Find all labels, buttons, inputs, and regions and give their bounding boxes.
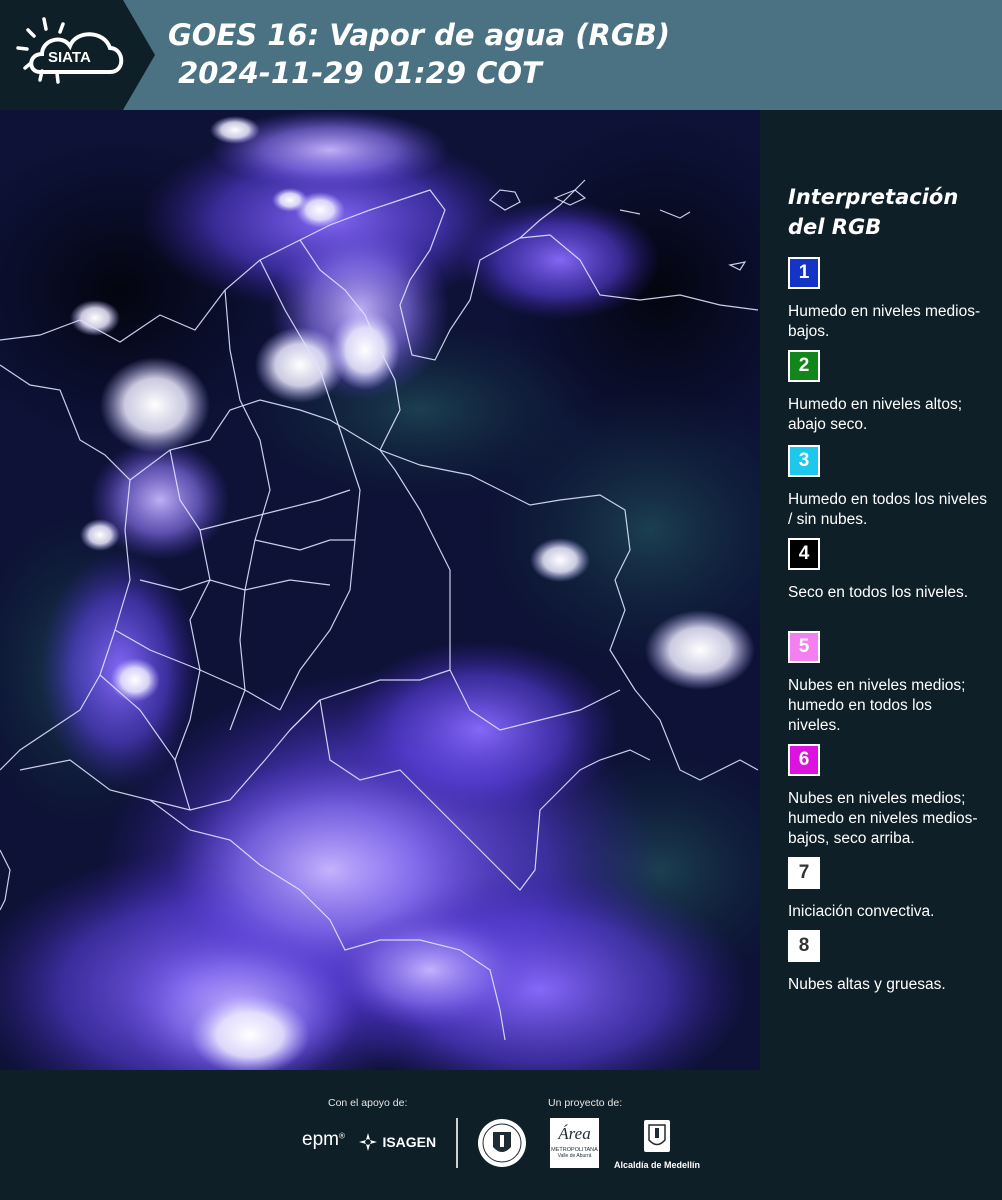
legend-panel: Interpretación del RGB 1 Humedo en nivel…: [760, 110, 1002, 1070]
legend-item-6: 6 Nubes en niveles medios; humedo en niv…: [788, 744, 988, 849]
medellin-shield-icon: [644, 1120, 670, 1152]
legend-text: Humedo en todos los niveles / sin nubes.: [788, 491, 988, 528]
legend-number: 2: [798, 355, 810, 376]
legend-text: Nubes en niveles medios; humedo en todos…: [788, 677, 966, 734]
legend-item-4: 4 Seco en todos los niveles.: [788, 538, 988, 603]
title-datetime: 2024-11-29 01:29 COT: [168, 56, 542, 90]
title-product: GOES 16: Vapor de agua (RGB): [168, 18, 671, 52]
isagen-mark-icon: [359, 1133, 377, 1151]
legend-swatch-6: 6: [788, 744, 820, 776]
epm-logo[interactable]: epm®: [302, 1129, 345, 1151]
area-logo-name: Área: [558, 1124, 591, 1143]
legend-item-7: 7 Iniciación convectiva.: [788, 857, 988, 922]
project-label: Un proyecto de:: [548, 1097, 623, 1109]
legend-text: Humedo en niveles altos; abajo seco.: [788, 396, 963, 433]
alcaldia-label: Alcaldía de Medellín: [613, 1160, 701, 1170]
legend-swatch-1: 1: [788, 257, 820, 289]
antioquia-seal-icon[interactable]: [476, 1117, 528, 1174]
legend-number: 1: [798, 262, 810, 283]
siata-logo[interactable]: SIATA: [0, 0, 155, 110]
legend-number: 5: [798, 636, 810, 657]
header-bar: SIATA GOES 16: Vapor de agua (RGB) 2024-…: [0, 0, 1002, 110]
legend-number: 3: [798, 450, 810, 471]
legend-swatch-2: 2: [788, 350, 820, 382]
legend-item-5: 5 Nubes en niveles medios; humedo en tod…: [788, 631, 988, 736]
alcaldia-medellin-logo[interactable]: Alcaldía de Medellín: [612, 1118, 702, 1170]
legend-number: 4: [798, 543, 810, 564]
legend-swatch-8: 8: [788, 930, 820, 962]
legend-text: Seco en todos los niveles.: [788, 584, 969, 601]
area-logo-sub2: Valle de Aburrá: [557, 1153, 592, 1159]
page-title: GOES 16: Vapor de agua (RGB) 2024-11-29 …: [168, 16, 670, 92]
legend-number: 8: [798, 935, 810, 956]
legend-text: Iniciación convectiva.: [788, 903, 935, 920]
legend-text: Humedo en niveles medios-bajos.: [788, 303, 981, 340]
legend-item-1: 1 Humedo en niveles medios-bajos.: [788, 257, 988, 342]
legend-swatch-4: 4: [788, 538, 820, 570]
satellite-map[interactable]: [0, 110, 760, 1070]
legend-text: Nubes altas y gruesas.: [788, 976, 946, 993]
footer-divider: [456, 1118, 458, 1168]
legend-swatch-7: 7: [788, 857, 820, 889]
siata-logo-text: SIATA: [48, 49, 91, 66]
epm-logo-text: epm: [302, 1129, 339, 1150]
legend-swatch-5: 5: [788, 631, 820, 663]
legend-item-3: 3 Humedo en todos los niveles / sin nube…: [788, 445, 988, 530]
legend-number: 6: [798, 749, 810, 770]
legend-text: Nubes en niveles medios; humedo en nivel…: [788, 790, 978, 847]
legend-title: Interpretación del RGB: [788, 185, 959, 239]
footer: Con el apoyo de: Un proyecto de: epm® IS…: [0, 1070, 1002, 1200]
area-metropolitana-logo[interactable]: Área METROPOLITANA Valle de Aburrá: [550, 1118, 599, 1168]
epm-registered-mark: ®: [338, 1131, 345, 1141]
legend-item-2: 2 Humedo en niveles altos; abajo seco.: [788, 350, 988, 435]
support-label: Con el apoyo de:: [328, 1097, 408, 1109]
legend-number: 7: [798, 862, 810, 883]
legend-swatch-3: 3: [788, 445, 820, 477]
isagen-logo[interactable]: ISAGEN: [358, 1132, 436, 1152]
legend-item-8: 8 Nubes altas y gruesas.: [788, 930, 988, 995]
isagen-logo-text: ISAGEN: [382, 1134, 437, 1150]
